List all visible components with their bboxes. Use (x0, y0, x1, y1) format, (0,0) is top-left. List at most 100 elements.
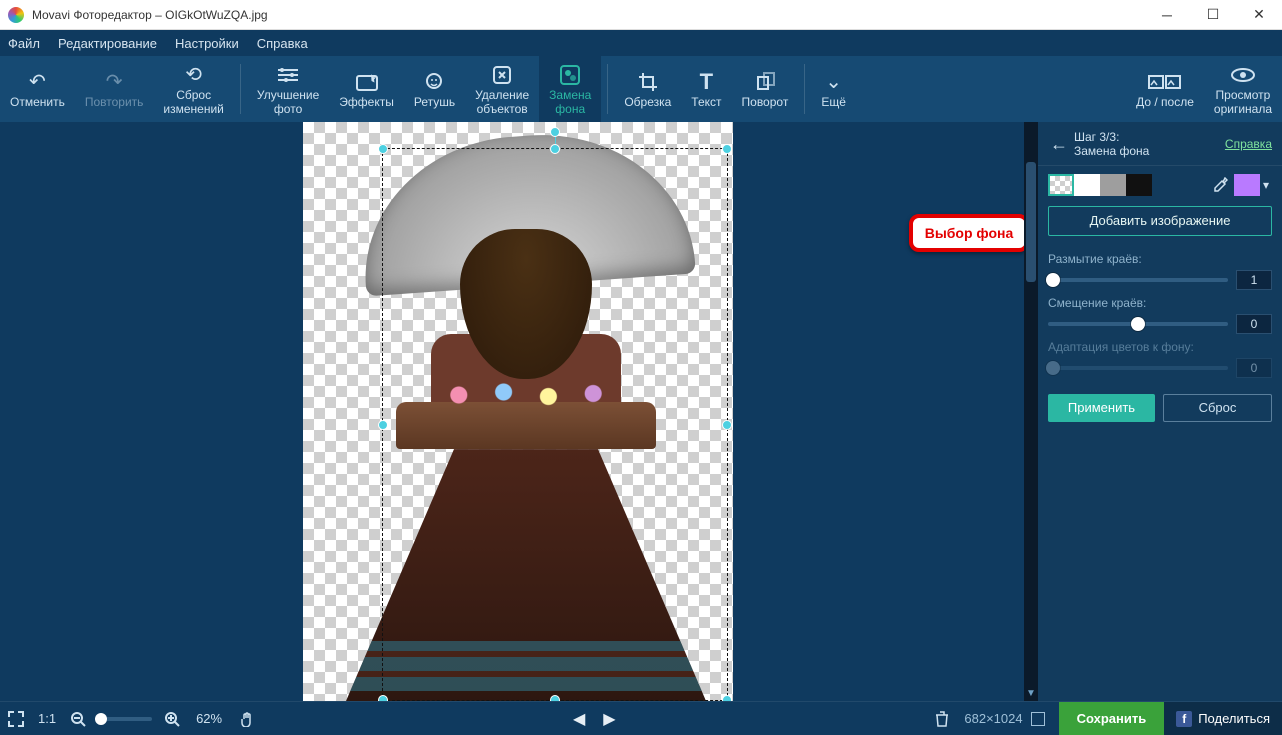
zoom-in-button[interactable] (156, 702, 188, 735)
statusbar: 1:1 62% ◀ ▶ 682×1024 Сохранить f Поделит… (0, 701, 1282, 735)
next-image-button[interactable]: ▶ (603, 709, 615, 729)
retouch-button[interactable]: Ретушь (404, 56, 465, 122)
fit-1-1-label: 1:1 (38, 711, 56, 726)
effects-label: Эффекты (339, 96, 394, 110)
save-button[interactable]: Сохранить (1059, 702, 1165, 735)
swatch-white[interactable] (1074, 174, 1100, 196)
enhance-button[interactable]: Улучшение фото (247, 56, 329, 122)
background-panel: ← Шаг 3/3: Замена фона Справка ▾ Добавит… (1038, 122, 1282, 701)
color-dropdown-icon[interactable]: ▾ (1260, 178, 1272, 192)
head-shape (480, 239, 572, 342)
menubar: Файл Редактирование Настройки Справка (0, 30, 1282, 56)
panel-step: Шаг 3/3: (1074, 130, 1225, 144)
panel-back-button[interactable]: ← (1044, 134, 1074, 155)
share-label: Поделиться (1198, 711, 1270, 726)
effects-button[interactable]: Эффекты (329, 56, 404, 122)
vertical-scrollbar[interactable]: ▼ (1024, 122, 1038, 701)
more-button[interactable]: ⌄ Ещё (811, 56, 856, 122)
rotate-handle[interactable] (550, 127, 560, 137)
save-label: Сохранить (1077, 711, 1147, 726)
scroll-down-icon[interactable]: ▼ (1024, 688, 1038, 699)
add-image-label: Добавить изображение (1090, 213, 1231, 228)
resize-handle-sw[interactable] (378, 695, 388, 701)
before-after-icon (1148, 68, 1182, 96)
retouch-label: Ретушь (414, 96, 455, 110)
background-change-button[interactable]: Замена фона (539, 56, 601, 122)
panel-reset-button[interactable]: Сброс (1163, 394, 1272, 422)
blur-value[interactable]: 1 (1236, 270, 1272, 290)
crop-label: Обрезка (624, 96, 671, 110)
text-label: Текст (691, 96, 721, 110)
effects-icon (355, 68, 379, 96)
background-change-label: Замена фона (549, 89, 591, 117)
window-close-button[interactable]: ✕ (1236, 0, 1282, 30)
crop-button[interactable]: Обрезка (614, 56, 681, 122)
swatch-gray[interactable] (1100, 174, 1126, 196)
share-button[interactable]: f Поделиться (1164, 702, 1282, 735)
menu-edit[interactable]: Редактирование (58, 36, 157, 51)
resize-handle-s[interactable] (550, 695, 560, 701)
panel-help-link[interactable]: Справка (1225, 137, 1272, 151)
text-button[interactable]: T Текст (681, 56, 731, 122)
resize-handle-se[interactable] (722, 695, 732, 701)
blur-slider[interactable] (1048, 278, 1228, 282)
enhance-icon (276, 61, 300, 89)
apply-button[interactable]: Применить (1048, 394, 1155, 422)
eye-icon (1230, 61, 1256, 89)
selection-box[interactable] (382, 148, 728, 701)
color-swatches: ▾ (1038, 166, 1282, 200)
toolbar-separator (804, 64, 805, 114)
menu-file[interactable]: Файл (8, 36, 40, 51)
window-maximize-button[interactable]: ☐ (1190, 0, 1236, 30)
toolbar-separator (607, 64, 608, 114)
menu-help[interactable]: Справка (257, 36, 308, 51)
shift-slider[interactable] (1048, 322, 1228, 326)
rotate-label: Поворот (742, 96, 789, 110)
canvas-size-icon[interactable] (1031, 712, 1045, 726)
add-image-button[interactable]: Добавить изображение (1048, 206, 1272, 236)
object-removal-label: Удаление объектов (475, 89, 529, 117)
zoom-out-button[interactable] (62, 702, 94, 735)
undo-button[interactable]: ↶ Отменить (0, 56, 75, 122)
enhance-label: Улучшение фото (257, 89, 319, 117)
more-label: Ещё (821, 96, 846, 110)
undo-icon: ↶ (29, 68, 46, 96)
resize-handle-n[interactable] (550, 144, 560, 154)
menu-settings[interactable]: Настройки (175, 36, 239, 51)
rotate-button[interactable]: Поворот (732, 56, 799, 122)
swatch-transparent[interactable] (1048, 174, 1074, 196)
image-dimensions: 682×1024 (964, 711, 1022, 726)
shift-label: Смещение краёв: (1048, 296, 1272, 310)
resize-handle-w[interactable] (378, 420, 388, 430)
eyedropper-button[interactable] (1212, 177, 1234, 193)
scrollbar-thumb[interactable] (1026, 162, 1036, 282)
zoom-slider-thumb[interactable] (95, 713, 107, 725)
app-logo-icon (8, 7, 24, 23)
adapt-slider (1048, 366, 1228, 370)
shift-value[interactable]: 0 (1236, 314, 1272, 334)
redo-icon: ↷ (106, 68, 123, 96)
prev-image-button[interactable]: ◀ (573, 709, 585, 729)
background-change-icon (559, 61, 581, 89)
delete-button[interactable] (926, 702, 958, 735)
resize-handle-ne[interactable] (722, 144, 732, 154)
reset-changes-button[interactable]: ⟲ Сброс изменений (153, 56, 233, 122)
window-minimize-button[interactable]: ─ (1144, 0, 1190, 30)
swatch-black[interactable] (1126, 174, 1152, 196)
image-canvas[interactable] (303, 122, 733, 701)
object-removal-button[interactable]: Удаление объектов (465, 56, 539, 122)
swatch-custom-color[interactable] (1234, 174, 1260, 196)
text-icon: T (700, 68, 713, 96)
fullscreen-button[interactable] (0, 702, 32, 735)
zoom-percent: 62% (188, 711, 230, 726)
fit-1-1-button[interactable]: 1:1 (32, 702, 62, 735)
view-original-button[interactable]: Просмотр оригинала (1204, 56, 1282, 122)
resize-handle-nw[interactable] (378, 144, 388, 154)
redo-button[interactable]: ↷ Повторить (75, 56, 154, 122)
chevron-down-icon: ⌄ (825, 68, 842, 96)
window-title: Movavi Фоторедактор – OIGkOtWuZQA.jpg (32, 8, 268, 22)
resize-handle-e[interactable] (722, 420, 732, 430)
hand-tool-button[interactable] (230, 702, 262, 735)
zoom-slider[interactable] (98, 717, 152, 721)
before-after-button[interactable]: До / после (1126, 56, 1204, 122)
